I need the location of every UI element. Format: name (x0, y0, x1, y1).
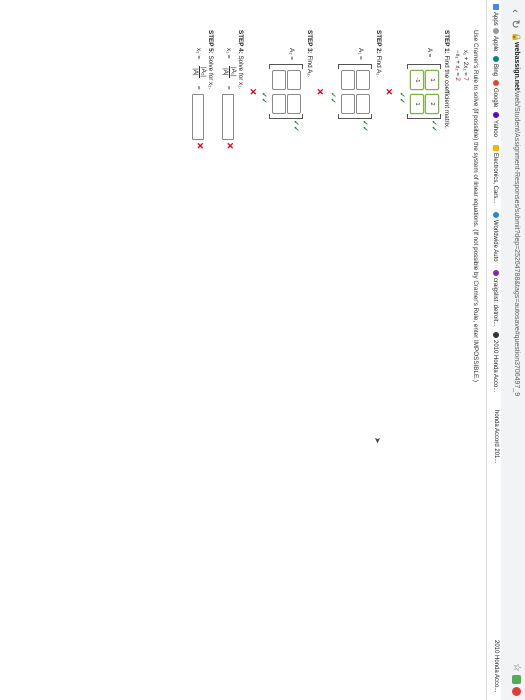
page-content: Use Cramer's Rule to solve (if possible)… (0, 0, 486, 700)
bookmark-google[interactable]: Google (492, 80, 499, 107)
back-icon[interactable]: ‹ (508, 4, 522, 18)
matrix-a-cell-22[interactable]: 1 (410, 94, 424, 114)
matrix-bracket-left (269, 64, 303, 69)
bookmark-craigslist[interactable]: craigslist: detroit... (492, 270, 499, 326)
step-1-heading: STEP 1: Find the coefficient matrix. (443, 30, 450, 129)
cross-icon: ✕ (225, 142, 235, 150)
google-icon (493, 80, 499, 86)
url-domain: webassign.net (513, 42, 520, 91)
matrix-a1-cell-12[interactable] (356, 94, 370, 114)
bookmarks-bar: Apps Apple Bing Google Yahoo Electronics… (486, 0, 501, 700)
problem-instruction: Use Cramer's Rule to solve (if possible)… (472, 30, 479, 383)
bing-icon (493, 56, 499, 62)
bookmark-honda-2[interactable]: honda Accord 201... (493, 410, 499, 463)
bookmark-electronics[interactable]: Electronics, Cars... (492, 145, 499, 203)
matrix-a1-cell-11[interactable] (356, 70, 370, 90)
equation-1: x₁ + 2x₂ = 7 (462, 50, 468, 81)
address-bar[interactable]: webassign.net/web/Student/Assignment-Res… (513, 42, 520, 396)
apple-icon (493, 28, 499, 34)
matrix-a-cell-21[interactable]: -1 (410, 70, 424, 90)
step-1-label: A = (426, 48, 433, 58)
matrix-a2-cell-11[interactable] (287, 70, 301, 90)
step-5-label: x₂ = (195, 48, 202, 60)
folder-icon (493, 145, 499, 151)
browser-window: ‹ ↻ 🔒 webassign.net/web/Student/Assignme… (0, 0, 525, 700)
matrix-a1-cell-21[interactable] (341, 70, 355, 90)
matrix-a-cell-12[interactable]: 2 (425, 94, 439, 114)
check-icon: ✓✓ (292, 120, 299, 132)
check-icon: ✓✓ (430, 120, 437, 132)
bookmark-bing[interactable]: Bing (492, 56, 499, 76)
matrix-bracket-right (269, 114, 303, 119)
matrix-a2-cell-12[interactable] (287, 94, 301, 114)
site-icon (493, 212, 499, 218)
profile-icon[interactable] (512, 687, 521, 696)
bookmark-apple[interactable]: Apple (492, 28, 499, 51)
step-3-label: A₂ = (288, 48, 295, 61)
browser-toolbar: ‹ ↻ 🔒 webassign.net/web/Student/Assignme… (501, 0, 525, 700)
matrix-bracket-right (338, 114, 372, 119)
bookmark-honda-1[interactable]: 2010 Honda Acco... (492, 332, 499, 392)
matrix-a2-cell-21[interactable] (272, 70, 286, 90)
step-4-label: x₁ = (225, 48, 232, 59)
step-4-fraction: |A₁| |A| (222, 66, 237, 78)
step-4-equals: = (225, 86, 232, 90)
step-2-heading: STEP 2: Find A₁. (375, 30, 382, 78)
step-5-equals: = (195, 86, 202, 90)
cross-icon: ✕ (195, 142, 205, 150)
url-path: /web/Student/Assignment-Responses/submit… (513, 90, 520, 397)
step-3-heading: STEP 3: Find A₂. (306, 30, 313, 78)
matrix-bracket-left (338, 64, 372, 69)
check-icon: ✓✓ (329, 92, 336, 104)
step-5-heading: STEP 5: Solve for x₂. (207, 30, 214, 90)
matrix-a1-cell-22[interactable] (341, 94, 355, 114)
matrix-a-cell-11[interactable]: 1 (425, 70, 439, 90)
bookmark-honda-3[interactable]: 2010 Honda Acco... (493, 640, 499, 692)
step-5-fraction: |A₂| |A| (192, 66, 207, 78)
bookmark-star-icon[interactable]: ☆ (511, 663, 522, 672)
reload-icon[interactable]: ↻ (508, 17, 522, 31)
bookmark-worldwide-auto[interactable]: Worldwide Auto (492, 212, 499, 262)
equation-2: −x₁ + x₂ = 2 (454, 50, 460, 81)
x2-answer-input[interactable] (192, 94, 204, 140)
bookmark-apps[interactable]: Apps (492, 4, 499, 26)
cross-icon: ✕ (384, 88, 394, 96)
bookmark-yahoo[interactable]: Yahoo (492, 112, 499, 137)
extension-icon[interactable] (512, 675, 521, 684)
matrix-a2-cell-22[interactable] (272, 94, 286, 114)
step-2-label: A₁ = (357, 48, 364, 60)
honda-icon (493, 332, 499, 338)
check-icon: ✓✓ (260, 92, 267, 104)
check-icon: ✓✓ (398, 92, 405, 104)
x1-answer-input[interactable] (222, 94, 234, 140)
mouse-cursor-icon: ➤ (373, 437, 382, 444)
yahoo-icon (493, 112, 499, 118)
lock-icon: 🔒 (512, 32, 521, 42)
check-icon: ✓✓ (361, 120, 368, 132)
step-4-heading: STEP 4: Solve for x₁. (237, 30, 244, 90)
matrix-bracket-right (407, 114, 441, 119)
matrix-bracket-left (407, 64, 441, 69)
cross-icon: ✕ (248, 88, 258, 96)
craigslist-icon (493, 270, 499, 276)
cross-icon: ✕ (315, 88, 325, 96)
apps-icon (493, 4, 499, 10)
